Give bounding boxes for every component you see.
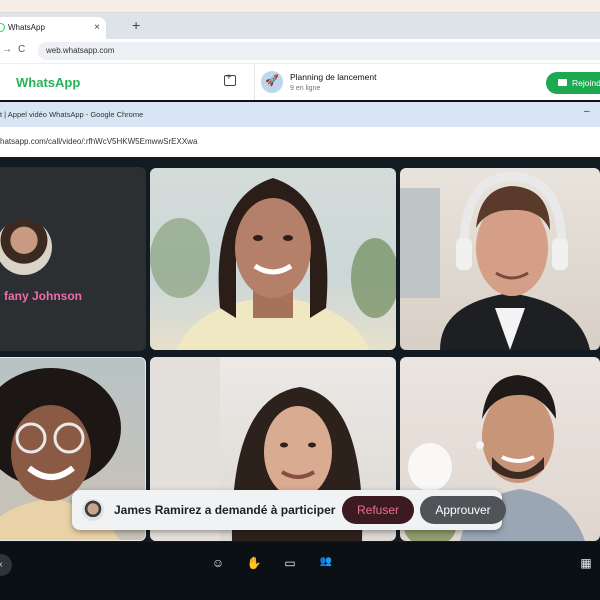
whatsapp-logo: WhatsApp: [16, 75, 81, 90]
participant-avatar: [0, 219, 52, 275]
calendar-icon[interactable]: ▦: [578, 556, 594, 572]
whatsapp-web-browser-window: WhatsApp × + → C web.whatsapp.com WhatsA…: [0, 12, 600, 102]
tab-whatsapp[interactable]: WhatsApp ×: [0, 17, 106, 39]
refuse-button[interactable]: Refuser: [342, 496, 414, 524]
participant-video: [150, 178, 396, 350]
group-avatar[interactable]: [261, 71, 283, 93]
browser-toolbar: → C web.whatsapp.com: [0, 39, 600, 63]
video-call-window: t | Appel vidéo WhatsApp - Google Chrome…: [0, 100, 600, 600]
participants-icon[interactable]: 👥: [318, 556, 334, 572]
join-request-toast: James Ramirez a demandé à participer Ref…: [72, 490, 506, 530]
participant-tile-camera-off[interactable]: fany Johnson: [0, 167, 146, 351]
reload-icon[interactable]: C: [18, 44, 25, 55]
close-tab-icon[interactable]: ×: [94, 22, 100, 33]
whatsapp-favicon-icon: [0, 23, 5, 32]
divider: [254, 64, 255, 102]
new-tab-button[interactable]: +: [132, 17, 140, 33]
tab-title: WhatsApp: [8, 23, 45, 32]
join-call-button[interactable]: Rejoindre: [546, 72, 600, 94]
call-url-bar[interactable]: hatsapp.com/call/video/:rfhWcV5HKW5EmwwS…: [0, 127, 600, 157]
minimize-button[interactable]: –: [584, 106, 590, 117]
emoji-reaction-icon[interactable]: ☺: [210, 556, 226, 572]
screen: WhatsApp × + → C web.whatsapp.com WhatsA…: [0, 0, 600, 600]
new-chat-icon[interactable]: [224, 72, 236, 86]
chat-online-count: 9 en ligne: [290, 85, 321, 92]
participant-video-tile[interactable]: [150, 168, 396, 350]
tab-strip: WhatsApp × +: [0, 13, 600, 39]
participant-video: [400, 171, 590, 350]
call-controls-bar: ‹ ☺ ✋ ▭ 👥 ▦: [0, 542, 600, 600]
video-camera-icon: [558, 79, 567, 86]
screen-share-icon[interactable]: ▭: [282, 556, 298, 572]
participant-video-tile[interactable]: [400, 168, 600, 350]
requester-avatar: [82, 499, 104, 521]
approve-button[interactable]: Approuver: [420, 496, 506, 524]
call-window-titlebar: t | Appel vidéo WhatsApp - Google Chrome: [0, 102, 600, 127]
chevron-left-icon[interactable]: ‹: [0, 554, 12, 576]
whatsapp-header: WhatsApp Planning de lancement 9 en lign…: [0, 63, 600, 102]
address-bar[interactable]: web.whatsapp.com: [38, 42, 600, 60]
forward-icon[interactable]: →: [2, 44, 12, 55]
join-label: Rejoindre: [572, 78, 600, 88]
raise-hand-icon[interactable]: ✋: [246, 556, 262, 572]
chat-title[interactable]: Planning de lancement: [290, 72, 376, 82]
participant-name: fany Johnson: [4, 289, 83, 303]
join-request-message: James Ramirez a demandé à participer: [114, 503, 336, 517]
